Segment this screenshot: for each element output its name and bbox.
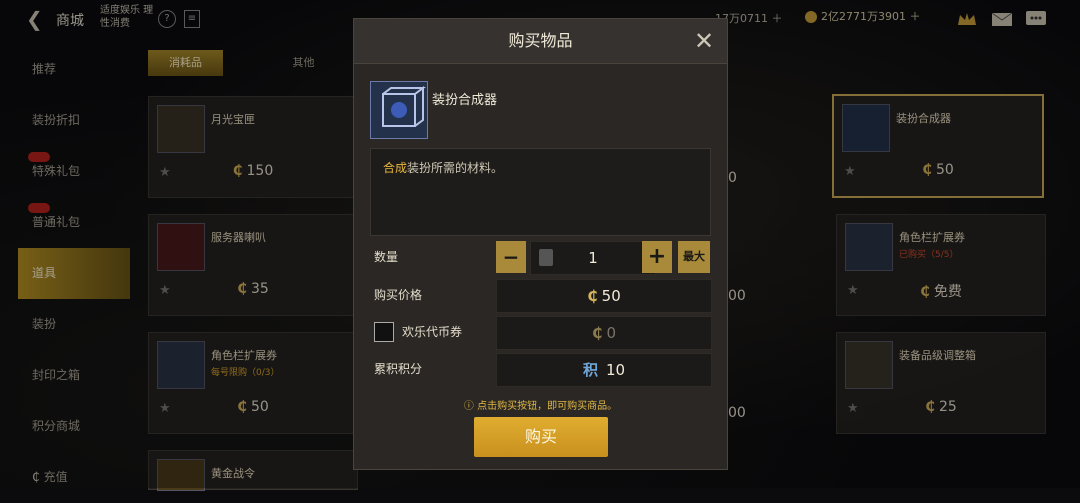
dialog-header: 购买物品 ✕ [354, 19, 727, 64]
coupon-value: 0 [606, 324, 616, 342]
price-label: 购买价格 [374, 288, 423, 302]
description-keyword: 合成 [383, 161, 408, 175]
quantity-label: 数量 [374, 250, 399, 264]
info-icon: ⓘ [463, 401, 478, 412]
points-row: 累积积分 积 10 [374, 353, 712, 387]
buy-button[interactable]: 购买 [474, 417, 608, 457]
coupon-icon: ₵ [592, 324, 603, 342]
points-label: 累积积分 [374, 362, 423, 376]
purchase-hint: ⓘ 点击购买按钮，即可购买商品。 [354, 397, 727, 412]
price-box: ₵ 50 [496, 279, 712, 313]
increase-button[interactable]: + [642, 241, 672, 273]
currency-c-icon: ₵ [587, 287, 598, 305]
quantity-input[interactable]: 1 [530, 241, 656, 275]
quantity-value: 1 [588, 249, 598, 267]
item-description: 合成装扮所需的材料。 [370, 148, 711, 236]
coupon-label: 欢乐代币券 [402, 325, 463, 339]
dialog-title: 购买物品 [508, 31, 573, 50]
price-value: 50 [601, 287, 621, 305]
decrease-button[interactable]: − [496, 241, 526, 273]
coupon-box: ₵ 0 [496, 316, 712, 350]
quantity-row: 数量 − 1 + 最大 [374, 241, 712, 275]
item-thumbnail [370, 81, 428, 139]
points-value: 10 [605, 361, 626, 379]
calculator-icon[interactable] [539, 249, 553, 266]
description-text: 合成装扮所需的材料。 [383, 159, 503, 176]
close-icon[interactable]: ✕ [693, 29, 715, 53]
item-info: 装扮合成器 [370, 81, 710, 139]
item-name: 装扮合成器 [432, 93, 498, 108]
description-rest: 装扮所需的材料。 [407, 161, 504, 175]
coupon-row: 欢乐代币券 ₵ 0 [374, 316, 712, 350]
purchase-dialog: 购买物品 ✕ 装扮合成器 合成装扮所需的材料。 数量 − 1 + 最大 购买价格… [353, 18, 728, 470]
max-button[interactable]: 最大 [678, 241, 710, 273]
hint-text: 点击购买按钮，即可购买商品。 [477, 401, 618, 412]
price-row: 购买价格 ₵ 50 [374, 279, 712, 313]
points-icon: 积 [582, 361, 598, 379]
points-box: 积 10 [496, 353, 712, 387]
coupon-checkbox[interactable] [374, 322, 394, 342]
